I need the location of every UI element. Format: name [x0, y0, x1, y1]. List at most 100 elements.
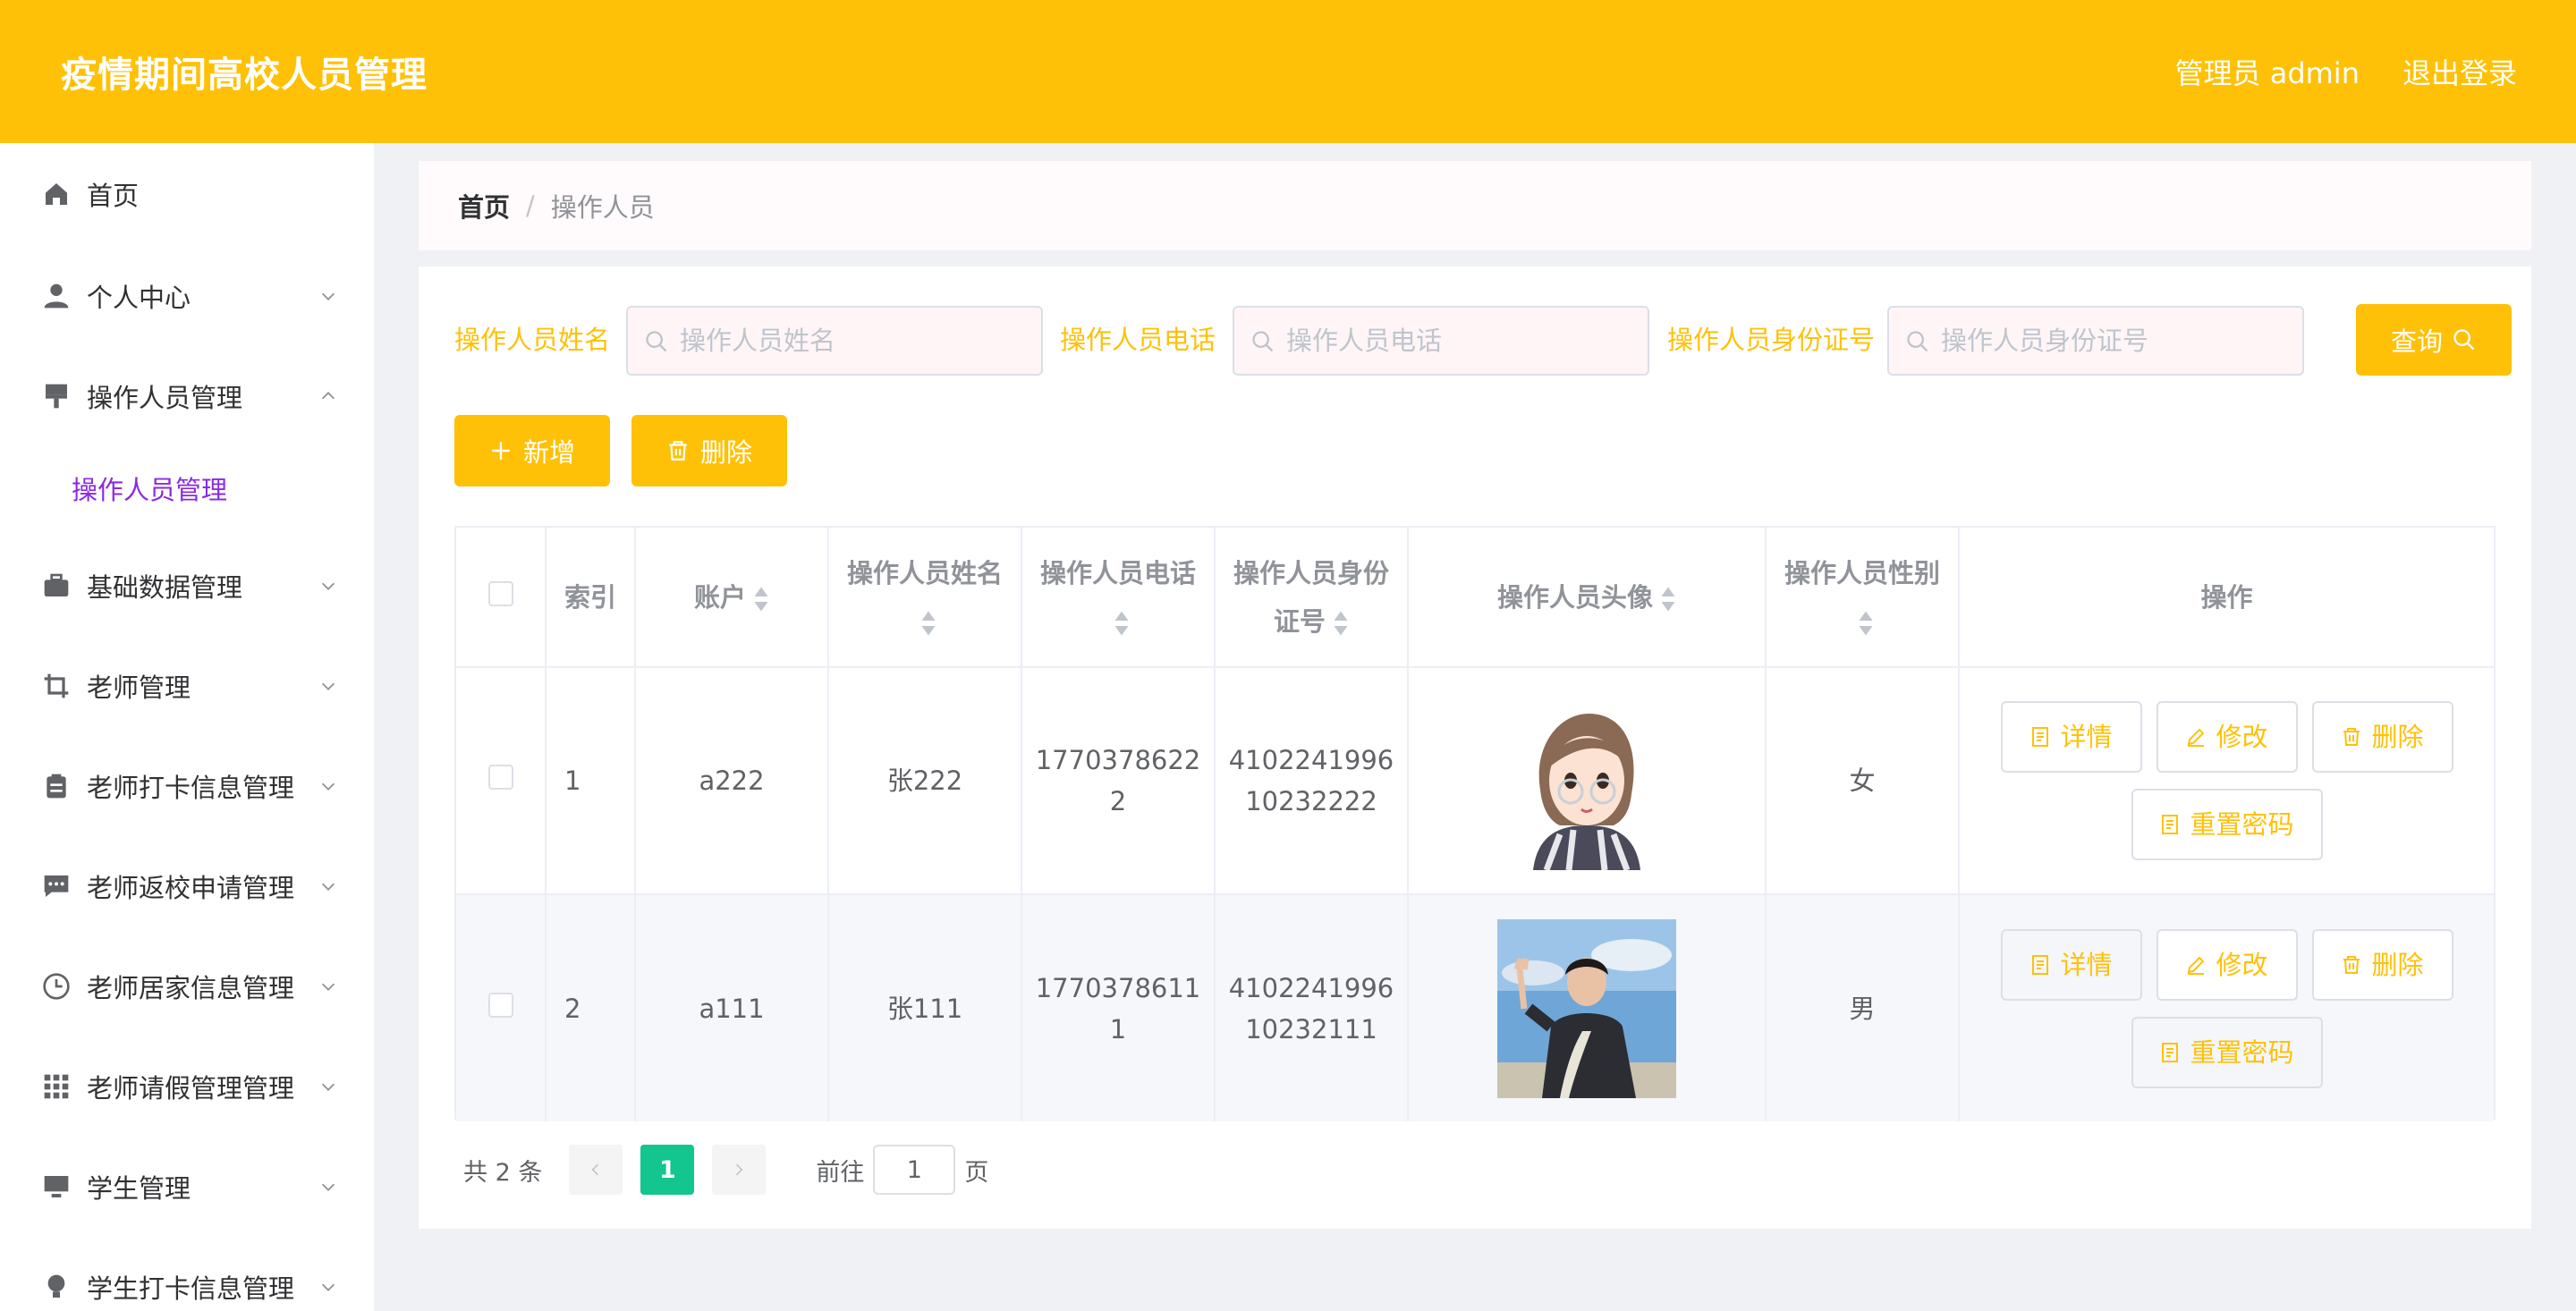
- cell-name: 张222: [828, 667, 1022, 895]
- sort-icon[interactable]: [920, 610, 936, 637]
- add-button[interactable]: 新增: [454, 415, 610, 486]
- goto-page-input[interactable]: [873, 1145, 956, 1195]
- sidebar-item-label: 老师返校申请管理: [87, 873, 295, 903]
- cell-ops: 详情 修改 删除 重置密码: [1959, 667, 2494, 895]
- sidebar-item-label: 老师管理: [87, 672, 191, 703]
- query-button-label: 查询: [2390, 326, 2443, 357]
- chevron-up-icon: [321, 392, 335, 400]
- chevron-down-icon: [321, 582, 335, 590]
- search-row: 操作人员姓名 操作人员电话 操作人员身份证号 查询: [454, 304, 2512, 376]
- trash-icon: [669, 441, 687, 461]
- row-select-cell: [456, 667, 547, 895]
- edit-button[interactable]: 修改: [2156, 701, 2298, 773]
- chevron-down-icon: [321, 682, 335, 690]
- sidebar-item-teacher-home[interactable]: 老师居家信息管理: [0, 951, 374, 1022]
- reset-password-button[interactable]: 重置密码: [2131, 1016, 2323, 1088]
- row-checkbox[interactable]: [487, 765, 513, 790]
- sidebar-item-student-checkin[interactable]: 学生打卡信息管理: [0, 1251, 374, 1311]
- detail-button-label: 详情: [2060, 949, 2113, 980]
- sidebar-subitem-label: 操作人员管理: [72, 475, 228, 505]
- sidebar-item-teacher-leave[interactable]: 老师请假管理管理: [0, 1051, 374, 1122]
- admin-label: 管理员 admin: [2174, 56, 2360, 90]
- header-avatar[interactable]: 操作人员头像: [1408, 528, 1767, 668]
- page-suffix-label: 页: [964, 1158, 989, 1187]
- delete-button[interactable]: 删除: [2311, 701, 2453, 773]
- header-idcard[interactable]: 操作人员身份证号: [1215, 528, 1409, 668]
- detail-button[interactable]: 详情: [2000, 928, 2142, 1001]
- header-gender[interactable]: 操作人员性别: [1766, 528, 1960, 668]
- prev-page-button[interactable]: [569, 1145, 623, 1195]
- row-checkbox[interactable]: [487, 992, 513, 1018]
- phone-search-label: 操作人员电话: [1060, 325, 1216, 355]
- cell-ops: 详情 修改 删除 重置密码: [1959, 894, 2494, 1121]
- breadcrumb-home[interactable]: 首页: [458, 187, 510, 224]
- reset-password-button[interactable]: 重置密码: [2131, 789, 2323, 860]
- query-button[interactable]: 查询: [2356, 304, 2512, 376]
- user-icon: [41, 281, 72, 311]
- sidebar-item-teacher-return[interactable]: 老师返校申请管理: [0, 850, 374, 922]
- sidebar-item-student[interactable]: 学生管理: [0, 1151, 374, 1222]
- sidebar: 首页 个人中心 操作人员管理 操作人员管理 基础数据管理 老师管理 老师打卡信息…: [0, 143, 374, 1311]
- header-ops: 操作: [1959, 528, 2494, 668]
- chevron-down-icon: [321, 782, 335, 791]
- select-all-checkbox[interactable]: [487, 580, 513, 606]
- sidebar-subitem-operator-management[interactable]: 操作人员管理: [0, 457, 374, 520]
- row-actions: 详情 修改 删除 重置密码: [1970, 928, 2483, 1088]
- grid-icon: [41, 1071, 72, 1102]
- sidebar-item-label: 学生管理: [87, 1173, 191, 1204]
- document-icon: [2162, 815, 2179, 834]
- pencil-icon: [2188, 956, 2205, 975]
- row-select-cell: [456, 894, 547, 1121]
- search-icon: [646, 331, 667, 352]
- header-phone-label: 操作人员电话: [1039, 557, 1196, 588]
- detail-button[interactable]: 详情: [2000, 701, 2142, 773]
- sidebar-item-label: 个人中心: [87, 283, 191, 313]
- name-search-input[interactable]: [680, 326, 1041, 356]
- chevron-down-icon: [321, 1083, 335, 1091]
- cell-index: 1: [546, 667, 636, 895]
- sidebar-item-operator-management[interactable]: 操作人员管理: [0, 360, 374, 432]
- cell-phone: 17703786222: [1021, 667, 1216, 895]
- add-button-label: 新增: [522, 437, 575, 468]
- next-page-button[interactable]: [712, 1145, 767, 1195]
- batch-delete-button[interactable]: 删除: [631, 415, 787, 486]
- sort-icon[interactable]: [1114, 610, 1130, 637]
- sidebar-item-teacher[interactable]: 老师管理: [0, 650, 374, 722]
- sidebar-item-teacher-checkin[interactable]: 老师打卡信息管理: [0, 750, 374, 822]
- chevron-down-icon: [321, 983, 335, 991]
- sidebar-item-label: 老师打卡信息管理: [87, 773, 295, 803]
- header-phone[interactable]: 操作人员电话: [1021, 528, 1216, 668]
- edit-button[interactable]: 修改: [2156, 928, 2298, 1001]
- page-number-button[interactable]: 1: [640, 1145, 695, 1195]
- document-icon: [2032, 954, 2049, 975]
- chevron-down-icon: [321, 883, 335, 891]
- sidebar-item-home[interactable]: 首页: [0, 158, 374, 230]
- breadcrumb: 首页 / 操作人员: [419, 161, 2531, 250]
- phone-search-input[interactable]: [1286, 326, 1648, 356]
- logout-link[interactable]: 退出登录: [2402, 51, 2517, 92]
- operator-table: 索引 账户 操作人员姓名 操作人员电话 操作人员身份证号 操作人员头像 操作人员…: [454, 526, 2496, 1121]
- monitor-icon: [41, 1171, 72, 1202]
- phone-search-field: [1233, 306, 1649, 376]
- sort-icon[interactable]: [1858, 610, 1874, 637]
- sidebar-item-personal-center[interactable]: 个人中心: [0, 260, 374, 332]
- clipboard-icon: [41, 771, 72, 801]
- table-row: 1 a222 张222 17703786222 4102241996102322…: [456, 667, 2494, 895]
- header-name[interactable]: 操作人员姓名: [828, 528, 1022, 668]
- delete-button[interactable]: 删除: [2311, 928, 2453, 1001]
- top-header: 疫情期间高校人员管理 管理员 admin 退出登录: [0, 0, 2576, 143]
- sort-icon[interactable]: [753, 586, 769, 613]
- sidebar-item-basic-data[interactable]: 基础数据管理: [0, 550, 374, 622]
- header-account[interactable]: 账户: [635, 528, 829, 668]
- sidebar-item-label: 操作人员管理: [87, 383, 243, 413]
- sort-icon[interactable]: [1660, 586, 1676, 613]
- header-name-label: 操作人员姓名: [846, 557, 1003, 588]
- chevron-right-icon: [736, 1163, 743, 1176]
- document-icon: [2032, 727, 2049, 747]
- brush-icon: [41, 381, 72, 411]
- pagination: 共 2 条 1 前往 页: [463, 1143, 988, 1197]
- trash-icon: [2343, 728, 2360, 746]
- chevron-down-icon: [321, 1283, 335, 1291]
- sort-icon[interactable]: [1333, 610, 1349, 637]
- idcard-search-input[interactable]: [1941, 326, 2302, 356]
